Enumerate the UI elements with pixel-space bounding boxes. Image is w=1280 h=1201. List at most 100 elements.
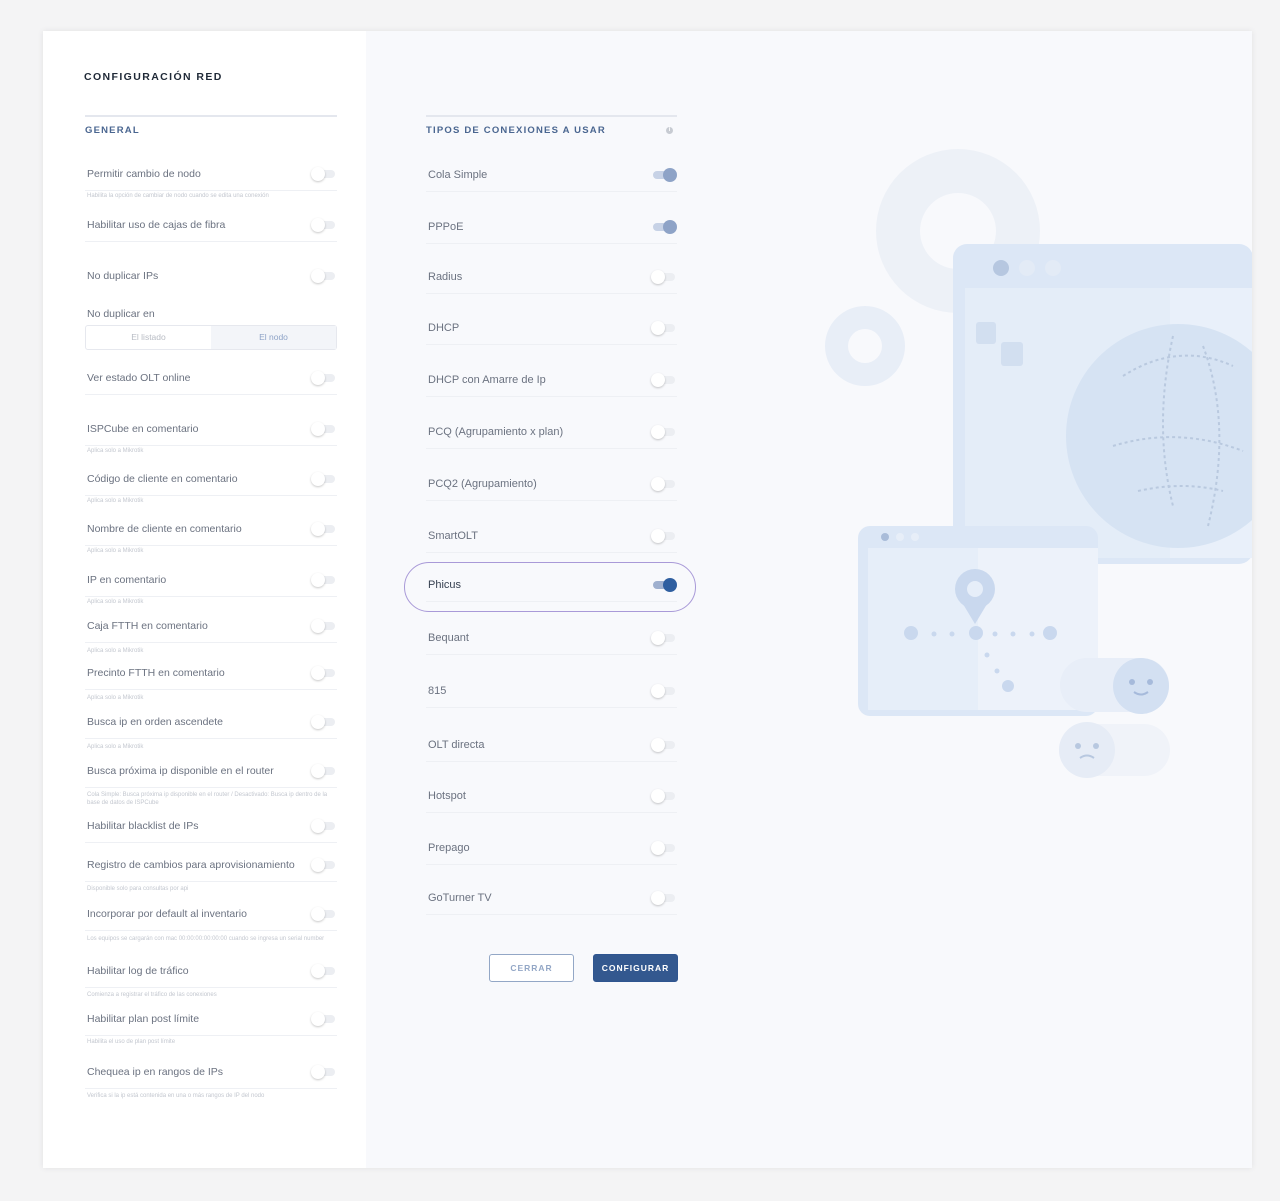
segment-el-listado[interactable]: El listado: [86, 326, 211, 349]
toggle-hotspot[interactable]: [651, 789, 677, 803]
general-row-label: Registro de cambios para aprovisionamien…: [87, 859, 295, 871]
connection-row: 815: [426, 684, 677, 708]
info-icon[interactable]: i: [666, 127, 673, 134]
general-row-label: Permitir cambio de nodo: [87, 168, 201, 180]
general-row-label: Caja FTTH en comentario: [87, 620, 208, 632]
cerrar-button[interactable]: CERRAR: [489, 954, 574, 982]
general-row: Busca ip en orden ascendete: [85, 715, 337, 739]
connection-row: PCQ (Agrupamiento x plan): [426, 425, 677, 449]
general-row: Nombre de cliente en comentario: [85, 522, 337, 546]
general-row: Habilitar plan post límite: [85, 1012, 337, 1036]
connection-label: Bequant: [428, 632, 469, 644]
general-section-heading: GENERAL: [85, 115, 337, 143]
hint-text: Aplica solo a Mikrotik: [87, 498, 144, 504]
toggle-dhcp-amarre[interactable]: [651, 373, 677, 387]
connection-row: Phicus: [426, 578, 677, 602]
general-row: Ver estado OLT online: [85, 371, 337, 395]
general-row: IP en comentario: [85, 573, 337, 597]
general-row-label: Ver estado OLT online: [87, 372, 191, 384]
general-row-label: Habilitar blacklist de IPs: [87, 820, 199, 832]
general-row: No duplicar IPs: [85, 269, 337, 293]
connection-label: OLT directa: [428, 739, 485, 751]
hint-text: Aplica solo a Mikrotik: [87, 744, 144, 750]
connection-label: PPPoE: [428, 221, 464, 233]
hint-text: Los equipos se cargarán con mac 00:00:00…: [87, 936, 325, 942]
general-row: Habilitar uso de cajas de fibra: [85, 218, 337, 242]
general-row-label: Chequea ip en rangos de IPs: [87, 1066, 224, 1078]
connection-row: GoTurner TV: [426, 891, 677, 915]
toggle-precinto-ftth[interactable]: [311, 666, 337, 680]
toggle-prepago[interactable]: [651, 841, 677, 855]
configurar-button[interactable]: CONFIGURAR: [593, 954, 678, 982]
general-row-label: Habilitar log de tráfico: [87, 965, 189, 977]
toggle-cola-simple[interactable]: [651, 168, 677, 182]
connections-section-heading: TIPOS DE CONEXIONES A USAR: [426, 115, 677, 143]
connection-row: Prepago: [426, 841, 677, 865]
toggle-ip-comentario[interactable]: [311, 573, 337, 587]
connection-label: 815: [428, 685, 447, 697]
general-row-label: Incorporar por default al inventario: [87, 908, 247, 920]
connection-label: Radius: [428, 271, 463, 283]
general-row-label: Busca próxima ip disponible en el router: [87, 765, 274, 777]
general-row-label: Habilitar uso de cajas de fibra: [87, 219, 226, 231]
general-row: ISPCube en comentario: [85, 422, 337, 446]
toggle-pppoe[interactable]: [651, 220, 677, 234]
sad-toggle-icon: [1059, 722, 1170, 778]
toggle-estado-olt[interactable]: [311, 371, 337, 385]
hint-text: Habilita la opción de cambiar de nodo cu…: [87, 193, 269, 199]
general-row-label: IP en comentario: [87, 574, 167, 586]
toggle-incorporar-inventario[interactable]: [311, 907, 337, 921]
hint-text: Aplica solo a Mikrotik: [87, 548, 144, 554]
connection-row: SmartOLT: [426, 529, 677, 553]
general-row: Habilitar blacklist de IPs: [85, 819, 337, 843]
toggle-nombre-cliente[interactable]: [311, 522, 337, 536]
toggle-blacklist-ips[interactable]: [311, 819, 337, 833]
general-row-label: No duplicar IPs: [87, 270, 159, 282]
connection-label: Prepago: [428, 842, 470, 854]
toggle-bequant[interactable]: [651, 631, 677, 645]
toggle-smartolt[interactable]: [651, 529, 677, 543]
segment-el-nodo[interactable]: El nodo: [211, 326, 336, 349]
no-duplicar-en-segmented: El listado El nodo: [85, 325, 337, 350]
toggle-registro-cambios[interactable]: [311, 858, 337, 872]
hint-text: Comienza a registrar el tráfico de las c…: [87, 992, 217, 998]
network-config-card: CONFIGURACIÓN RED GENERAL Permitir cambi…: [43, 31, 1252, 1168]
toggle-permitir-cambio-nodo[interactable]: [311, 167, 337, 181]
general-row: Precinto FTTH en comentario: [85, 666, 337, 690]
general-row: Caja FTTH en comentario: [85, 619, 337, 643]
general-row-label: Código de cliente en comentario: [87, 473, 238, 485]
general-row: Busca próxima ip disponible en el router: [85, 764, 337, 788]
toggle-chequea-ip-rangos[interactable]: [311, 1065, 337, 1079]
toggle-caja-ftth[interactable]: [311, 619, 337, 633]
toggle-olt-directa[interactable]: [651, 738, 677, 752]
connection-label: Phicus: [428, 579, 462, 591]
general-row: Incorporar por default al inventario: [85, 907, 337, 931]
general-row-label: Busca ip en orden ascendete: [87, 716, 224, 728]
toggle-no-duplicar-ips[interactable]: [311, 269, 337, 283]
toggle-log-trafico[interactable]: [311, 964, 337, 978]
toggle-plan-post-limite[interactable]: [311, 1012, 337, 1026]
toggle-phicus[interactable]: [651, 578, 677, 592]
toggle-pcq2[interactable]: [651, 477, 677, 491]
toggle-dhcp[interactable]: [651, 321, 677, 335]
general-row: Chequea ip en rangos de IPs: [85, 1065, 337, 1089]
general-row-label: Nombre de cliente en comentario: [87, 523, 242, 535]
toggle-radius[interactable]: [651, 270, 677, 284]
toggle-cajas-fibra[interactable]: [311, 218, 337, 232]
no-duplicar-en-label: No duplicar en: [87, 308, 155, 320]
toggle-ispcube-comentario[interactable]: [311, 422, 337, 436]
small-gear-icon: [825, 306, 905, 386]
hint-text: Disponible solo para consultas por api: [87, 886, 189, 892]
general-row: Habilitar log de tráfico: [85, 964, 337, 988]
toggle-goturner-tv[interactable]: [651, 891, 677, 905]
toggle-815[interactable]: [651, 684, 677, 698]
toggle-proxima-ip[interactable]: [311, 764, 337, 778]
toggle-codigo-cliente[interactable]: [311, 472, 337, 486]
toggle-pcq[interactable]: [651, 425, 677, 439]
connection-label: DHCP con Amarre de Ip: [428, 374, 546, 386]
toggle-ip-ascendente[interactable]: [311, 715, 337, 729]
connection-label: DHCP: [428, 322, 460, 334]
connection-row: DHCP: [426, 321, 677, 345]
hint-text: Verifica si la ip está contenida en una …: [87, 1093, 265, 1099]
connection-row: OLT directa: [426, 738, 677, 762]
